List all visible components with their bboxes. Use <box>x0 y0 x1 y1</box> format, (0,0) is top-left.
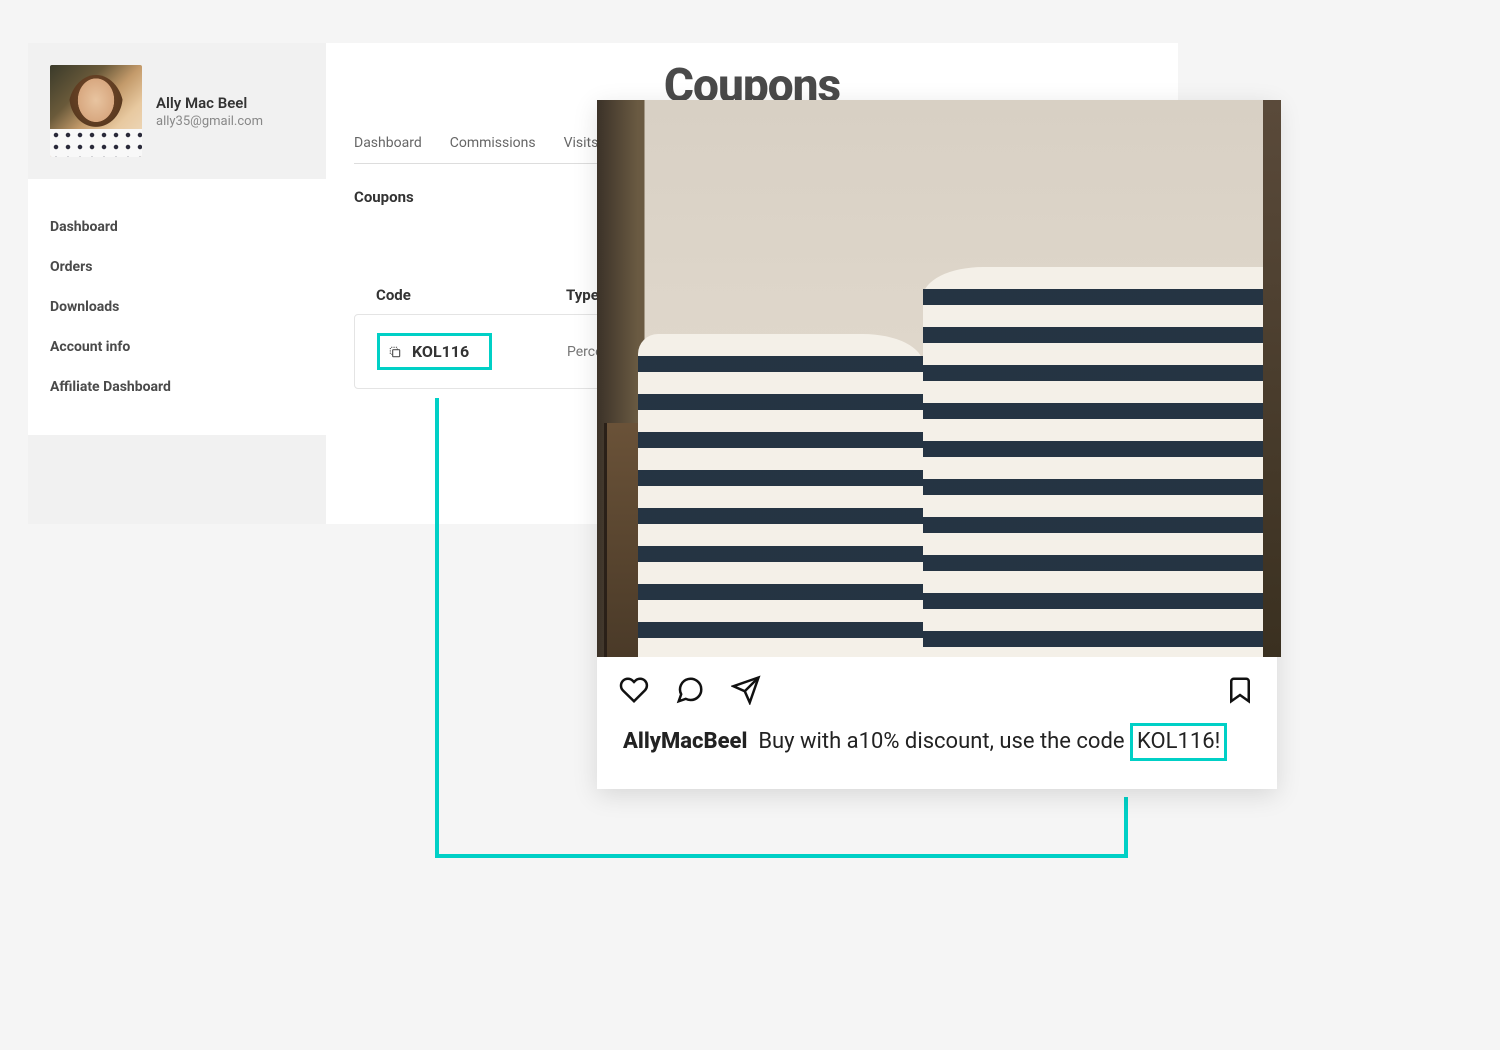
sidebar-item-orders[interactable]: Orders <box>50 247 304 287</box>
social-code-highlight: KOL116! <box>1130 723 1227 761</box>
comment-icon[interactable] <box>675 675 705 705</box>
image-frame-edge <box>1263 100 1281 657</box>
annotation-connector <box>435 854 1128 858</box>
social-caption-text: Buy with a10% discount, use the code <box>758 729 1124 754</box>
heart-icon[interactable] <box>619 675 649 705</box>
social-post-image <box>597 100 1277 657</box>
tab-commissions[interactable]: Commissions <box>450 125 536 163</box>
sidebar-item-downloads[interactable]: Downloads <box>50 287 304 327</box>
bookmark-icon[interactable] <box>1225 675 1255 705</box>
sidebar-item-account-info[interactable]: Account info <box>50 327 304 367</box>
social-username: AllyMacBeel <box>623 729 747 754</box>
tab-visits[interactable]: Visits <box>564 125 599 163</box>
user-profile-block: Ally Mac Beel ally35@gmail.com <box>28 43 326 179</box>
sidebar-nav: Dashboard Orders Downloads Account info … <box>28 179 326 435</box>
account-sidebar: Ally Mac Beel ally35@gmail.com Dashboard… <box>28 43 326 524</box>
social-post-card: AllyMacBeel Buy with a10% discount, use … <box>597 100 1277 789</box>
th-code: Code <box>376 286 566 304</box>
tab-dashboard[interactable]: Dashboard <box>354 125 422 163</box>
coupon-code-text: KOL116 <box>412 342 469 361</box>
annotation-connector <box>435 398 439 858</box>
avatar <box>50 65 142 157</box>
social-action-bar <box>597 657 1277 713</box>
annotation-connector <box>1124 797 1128 858</box>
user-name: Ally Mac Beel <box>156 94 263 112</box>
social-caption: AllyMacBeel Buy with a10% discount, use … <box>597 713 1277 789</box>
share-icon[interactable] <box>731 675 761 705</box>
coupon-code-box[interactable]: KOL116 <box>377 333 492 370</box>
copy-icon <box>388 345 402 359</box>
sidebar-item-affiliate-dashboard[interactable]: Affiliate Dashboard <box>50 367 304 407</box>
sidebar-item-dashboard[interactable]: Dashboard <box>50 207 304 247</box>
user-email: ally35@gmail.com <box>156 114 263 129</box>
